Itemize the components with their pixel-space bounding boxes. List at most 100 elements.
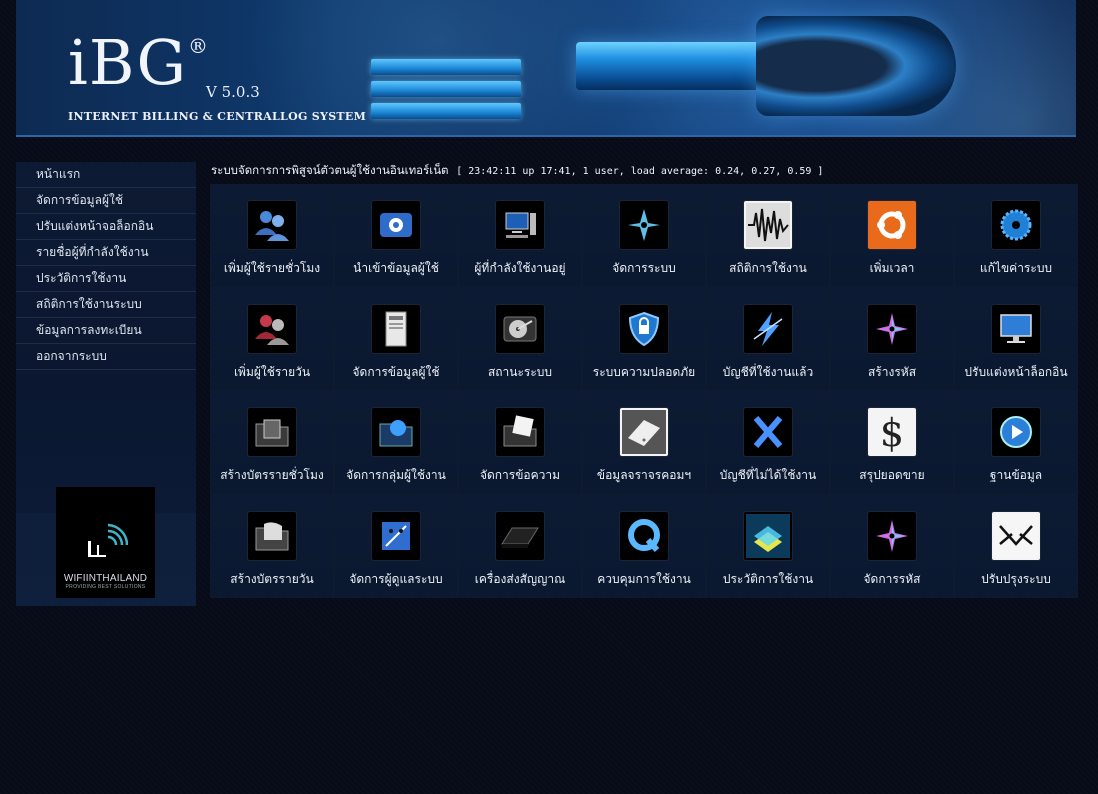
grid-tile-label: ปรับปรุงระบบ — [981, 571, 1051, 586]
grid-tile-label: สถิติการใช้งาน — [729, 261, 807, 275]
users-red-icon — [248, 304, 296, 353]
users-icon — [248, 201, 296, 249]
play-icon — [992, 408, 1040, 456]
partner-name: WIFIINTHAILAND — [63, 573, 148, 584]
sidebar-item-usage-stats[interactable]: สถิติการใช้งานระบบ — [16, 292, 196, 318]
partner-sub: PROVIDING BEST SOLUTIONS — [65, 584, 146, 590]
grid-tile-label: จัดการรหัส — [863, 571, 921, 586]
sidebar-item-manage-users[interactable]: จัดการข้อมูลผู้ใช้ — [16, 188, 196, 214]
sidebar-item-home[interactable]: หน้าแรก — [16, 162, 196, 188]
grid-tile-label: จัดการกลุ่มผู้ใช้งาน — [346, 468, 446, 482]
grid-tile-label: เพิ่มผู้ใช้รายชั่วโมง — [223, 261, 321, 275]
grid-tile-label: แก้ไขค่าระบบ — [979, 261, 1053, 275]
grid-tile[interactable]: จัดการข้อมูลผู้ใช้ — [334, 287, 458, 391]
grid-tile[interactable]: สถานะระบบ — [458, 287, 582, 391]
grid-tile-label: บัญชีที่ใช้งานแล้ว — [722, 364, 814, 379]
grid-tile-label: เพิ่มผู้ใช้รายวัน — [233, 364, 311, 379]
grid-tile-label: จัดการข้อความ — [479, 468, 561, 482]
folder-icon — [248, 511, 296, 560]
wifiinthailand-logo: WIFIINTHAILAND PROVIDING BEST SOLUTIONS — [56, 487, 155, 598]
grid-tile-label: เพิ่มเวลา — [869, 261, 915, 275]
sidebar-item-usage-history[interactable]: ประวัติการใช้งาน — [16, 266, 196, 292]
grid-tile[interactable]: จัดการผู้ดูแลระบบ — [334, 494, 458, 598]
grid-tile[interactable]: สถิติการใช้งาน — [706, 184, 830, 288]
grid-tile[interactable]: ปรับแต่งหน้าล็อกอิน — [954, 287, 1078, 391]
grid-tile[interactable]: ฐานข้อมูล — [954, 391, 1078, 495]
grid-tile[interactable]: นำเข้าข้อมูลผู้ใช้ — [334, 184, 458, 288]
envelope-logo-icon — [992, 511, 1040, 560]
sidebar-item-logout[interactable]: ออกจากระบบ — [16, 344, 196, 370]
x-icon — [744, 408, 792, 456]
dollar-icon: $ — [868, 408, 916, 456]
grid-tile[interactable]: เพิ่มเวลา — [830, 184, 954, 288]
stack-icon — [744, 511, 792, 560]
grid-tile[interactable]: แก้ไขค่าระบบ — [954, 184, 1078, 288]
grid-tile-label: นำเข้าข้อมูลผู้ใช้ — [353, 261, 439, 275]
film-folder-icon — [248, 408, 296, 456]
cylinder-graphic — [576, 42, 766, 90]
grid-tile[interactable]: จัดการระบบ — [582, 184, 706, 288]
grid-tile[interactable]: สร้างบัตรรายวัน — [210, 494, 334, 598]
tagline: INTERNET BILLING & CENTRALLOG SYSTEM — [68, 110, 367, 123]
computer-icon — [496, 201, 544, 249]
sidebar-item-registration[interactable]: ข้อมูลการลงทะเบียน — [16, 318, 196, 344]
grid-tile[interactable]: ผู้ที่กำลังใช้งานอยู่ — [458, 184, 582, 288]
grid-tile[interactable]: จัดการรหัส — [830, 494, 954, 598]
grid-tile[interactable]: ระบบความปลอดภัย — [582, 287, 706, 391]
bolt-icon — [744, 304, 792, 353]
grid-tile[interactable]: บัญชีที่ใช้งานแล้ว — [706, 287, 830, 391]
grid-tile-label: จัดการข้อมูลผู้ใช้ — [352, 364, 440, 379]
star-icon — [868, 304, 916, 353]
globe-folder-icon — [372, 408, 420, 456]
sidebar-item-online-users[interactable]: รายชื่อผู้ที่กำลังใช้งาน — [16, 240, 196, 266]
grid-tile-label: ควบคุมการใช้งาน — [597, 571, 691, 586]
shield-icon — [620, 304, 668, 353]
grid-tile-label: ประวัติการใช้งาน — [722, 571, 814, 586]
registered-mark: ® — [188, 34, 208, 58]
ubuntu-icon — [868, 201, 916, 249]
sidebar: หน้าแรก จัดการข้อมูลผู้ใช้ ปรับแต่งหน้าจ… — [16, 162, 196, 606]
grid-tile-label: สร้างบัตรรายชั่วโมง — [220, 468, 324, 482]
wifi-signal-icon — [87, 523, 128, 557]
grid-tile-label: สรุปยอดขาย — [859, 468, 925, 482]
finder-icon — [372, 511, 420, 560]
grid-tile[interactable]: ประวัติการใช้งาน — [706, 494, 830, 598]
page-title: ระบบจัดการการพิสูจน์ตัวตนผู้ใช้งานอินเทอ… — [211, 163, 449, 177]
grid-tile[interactable]: ควบคุมการใช้งาน — [582, 494, 706, 598]
grid-tile-label: เครื่องส่งสัญญาณ — [474, 571, 566, 586]
function-grid: เพิ่มผู้ใช้รายชั่วโมง นำเข้าข้อมูลผู้ใช้ ผ… — [210, 184, 1078, 598]
grid-tile[interactable]: ข้อมูลจราจรคอมฯ — [582, 391, 706, 495]
import-icon — [372, 201, 420, 249]
turbine-graphic — [756, 16, 956, 116]
grid-tile[interactable]: จัดการข้อความ — [458, 391, 582, 495]
sidebar-item-customize-login[interactable]: ปรับแต่งหน้าจอล็อกอิน — [16, 214, 196, 240]
router-icon — [496, 511, 544, 560]
grid-tile[interactable]: จัดการกลุ่มผู้ใช้งาน — [334, 391, 458, 495]
quicktime-icon — [620, 511, 668, 560]
drive-icon — [620, 408, 668, 456]
grid-tile-label: สร้างรหัส — [867, 364, 917, 379]
hard-disk-icon — [496, 304, 544, 353]
grid-tile[interactable]: $ สรุปยอดขาย — [830, 391, 954, 495]
status-line: ระบบจัดการการพิสูจน์ตัวตนผู้ใช้งานอินเทอ… — [211, 162, 823, 180]
grid-tile[interactable]: เพิ่มผู้ใช้รายวัน — [210, 287, 334, 391]
waveform-icon — [744, 201, 792, 249]
grid-tile[interactable]: สร้างรหัส — [830, 287, 954, 391]
grid-tile-label: บัญชีที่ไม่ได้ใช้งาน — [719, 468, 817, 482]
grid-tile[interactable]: เพิ่มผู้ใช้รายชั่วโมง — [210, 184, 334, 288]
grid-tile[interactable]: บัญชีที่ไม่ได้ใช้งาน — [706, 391, 830, 495]
grid-tile-label: สถานะระบบ — [487, 364, 553, 379]
star-icon — [868, 511, 916, 560]
grid-tile[interactable]: สร้างบัตรรายชั่วโมง — [210, 391, 334, 495]
server-tower-icon — [372, 304, 420, 353]
saw-blade-icon — [992, 201, 1040, 249]
header-banner: iBG ® V 5.0.3 INTERNET BILLING & CENTRAL… — [16, 0, 1076, 137]
uptime-readout: [ 23:42:11 up 17:41, 1 user, load averag… — [456, 166, 824, 177]
grid-tile-label: ปรับแต่งหน้าล็อกอิน — [964, 364, 1068, 379]
grid-tile-label: ฐานข้อมูล — [989, 468, 1043, 482]
version-label: V 5.0.3 — [206, 83, 260, 101]
grid-tile[interactable]: เครื่องส่งสัญญาณ — [458, 494, 582, 598]
grid-tile[interactable]: ปรับปรุงระบบ — [954, 494, 1078, 598]
server-rack-graphic — [371, 55, 531, 135]
monitor-icon — [992, 304, 1040, 353]
